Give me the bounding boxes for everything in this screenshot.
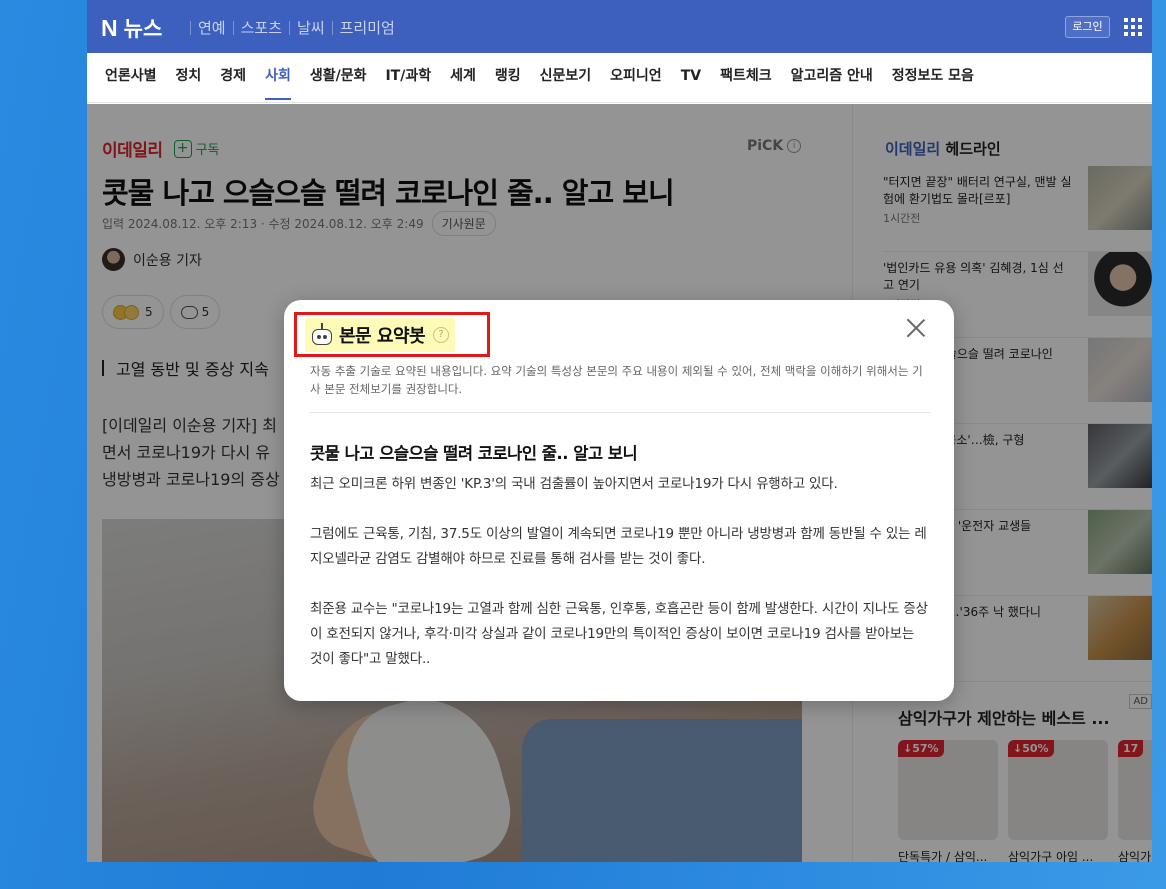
category-life-culture[interactable]: 생활/문화 — [310, 53, 367, 103]
category-nav: 언론사별 정치 경제 사회 생활/문화 IT/과학 세계 랭킹 신문보기 오피니… — [87, 53, 1152, 103]
summary-title: 콧물 나고 으슬으슬 떨려 코로나인 줄.. 알고 보니 — [310, 444, 638, 463]
login-button[interactable]: 로그인 — [1065, 16, 1110, 38]
help-icon[interactable]: ? — [433, 326, 450, 343]
modal-title: 본문 요약봇 — [339, 325, 426, 347]
category-corrections[interactable]: 정정보도 모음 — [892, 53, 974, 103]
category-opinion[interactable]: 오피니언 — [610, 53, 662, 103]
category-factcheck[interactable]: 팩트체크 — [720, 53, 772, 103]
close-icon[interactable] — [906, 318, 926, 338]
news-logo-text[interactable]: 뉴스 — [124, 17, 163, 41]
summary-paragraph: 그럼에도 근육통, 기침, 37.5도 이상의 발열이 계속되면 코로나19 뿐… — [310, 526, 927, 567]
news-logo[interactable]: N 뉴스 — [101, 13, 162, 43]
apps-grid-icon[interactable] — [1124, 18, 1142, 36]
robot-icon — [309, 322, 335, 347]
top-nav-premium[interactable]: 프리미엄 — [340, 17, 395, 38]
top-nav-entertainment[interactable]: 연예 — [198, 17, 226, 38]
nav-divider — [232, 20, 234, 35]
category-press[interactable]: 언론사별 — [105, 53, 157, 103]
nav-divider — [190, 20, 191, 35]
category-tv[interactable]: TV — [681, 53, 701, 103]
category-algorithm[interactable]: 알고리즘 안내 — [791, 53, 873, 103]
category-economy[interactable]: 경제 — [220, 53, 246, 103]
modal-divider — [310, 412, 930, 413]
summary-paragraph: 최근 오미크론 하위 변종인 'KP.3'의 국내 검출률이 높아지면서 코로나… — [310, 476, 838, 492]
top-nav: 연예 스포츠 날씨 프리미엄 — [183, 17, 395, 38]
category-society[interactable]: 사회 — [265, 53, 291, 103]
nav-divider — [289, 20, 291, 35]
category-world[interactable]: 세계 — [450, 53, 476, 103]
summary-bot-modal: 본문 요약봇 ? 자동 추출 기술로 요약된 내용입니다. 요약 기술의 특성상… — [284, 300, 954, 701]
category-it-science[interactable]: IT/과학 — [385, 53, 431, 103]
category-politics[interactable]: 정치 — [176, 53, 202, 103]
category-newspaper[interactable]: 신문보기 — [540, 53, 592, 103]
top-nav-weather[interactable]: 날씨 — [297, 17, 325, 38]
top-nav-sports[interactable]: 스포츠 — [241, 17, 282, 38]
nav-divider — [331, 20, 333, 35]
modal-header-highlight: 본문 요약봇 ? — [294, 312, 490, 357]
summary-paragraph: 최준용 교수는 "코로나19는 고열과 함께 심한 근육통, 인후통, 호흡곤란… — [310, 601, 928, 667]
summary-notice: 자동 추출 기술로 요약된 내용입니다. 요약 기술의 특성상 본문의 주요 내… — [310, 364, 923, 396]
category-ranking[interactable]: 랭킹 — [495, 53, 521, 103]
naver-n-logo[interactable]: N — [101, 15, 118, 41]
top-bar: N 뉴스 연예 스포츠 날씨 프리미엄 로그인 — [87, 0, 1152, 53]
modal-header: 본문 요약봇 ? — [305, 317, 456, 352]
